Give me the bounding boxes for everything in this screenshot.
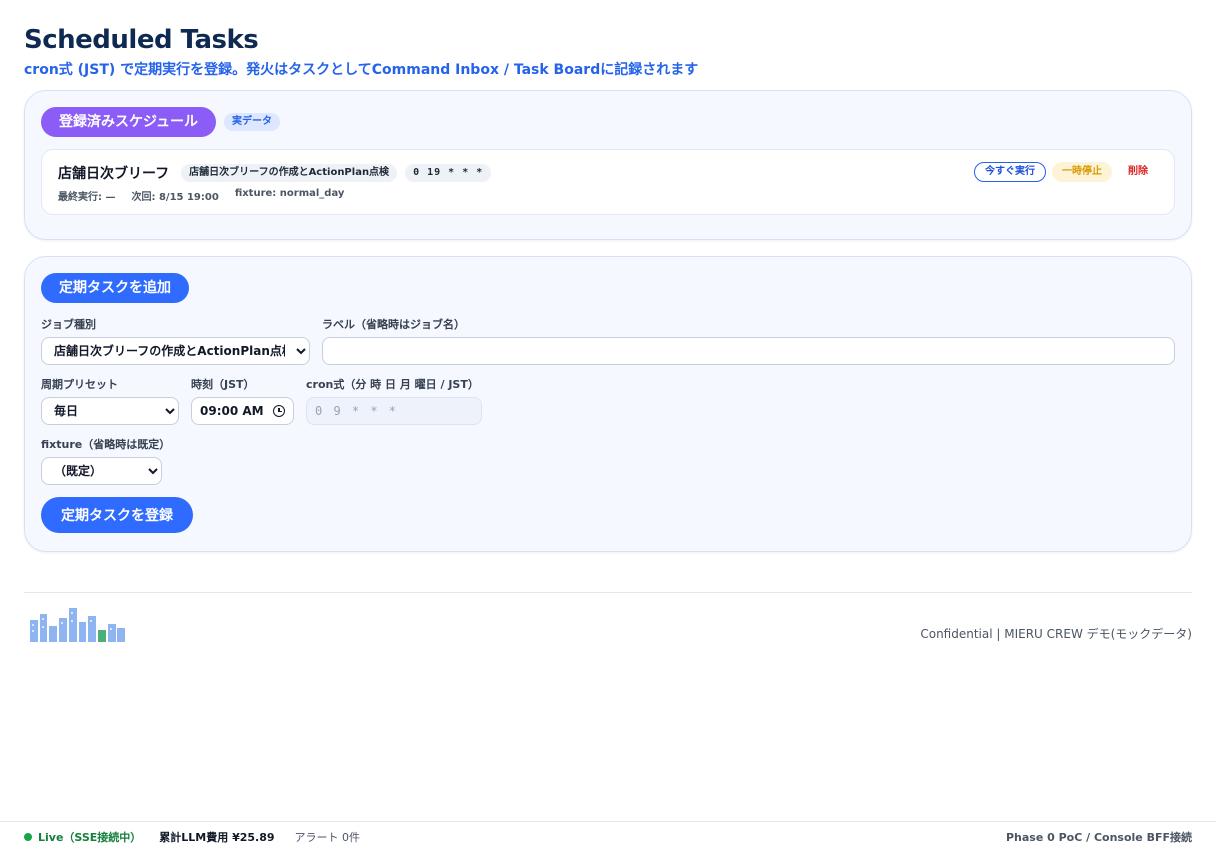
form-row-schedule: 周期プリセット 毎日 時刻（JST） cron式（分 時 日 月 曜日 / JS… (41, 377, 1175, 425)
job-type-chip: 店舗日次ブリーフの作成とActionPlan点検 (181, 164, 398, 182)
time-input-wrap (191, 397, 294, 425)
time-field: 時刻（JST） (191, 377, 294, 425)
register-schedule-button[interactable]: 定期タスクを登録 (41, 497, 193, 533)
run-now-button[interactable]: 今すぐ実行 (974, 162, 1046, 182)
fixture-field: fixture（省略時は既定） （既定） (41, 437, 170, 485)
preset-select[interactable]: 毎日 (41, 397, 179, 425)
fixture-select[interactable]: （既定） (41, 457, 162, 485)
job-type-select[interactable]: 店舗日次ブリーフの作成とActionPlan点検 (41, 337, 310, 365)
cron-label: cron式（分 時 日 月 曜日 / JST） (306, 378, 479, 391)
time-label: 時刻（JST） (191, 378, 255, 391)
cron-field: cron式（分 時 日 月 曜日 / JST） (306, 377, 482, 425)
page-title: Scheduled Tasks (24, 25, 259, 55)
live-status-text: Live（SSE接続中） (38, 830, 142, 844)
page-subtitle: cron式 (JST) で定期実行を登録。発火はタスクとしてCommand In… (24, 62, 699, 78)
status-bar: Live（SSE接続中） 累計LLM費用 ¥25.89 アラート 0件 Phas… (0, 821, 1216, 851)
registered-schedules-header: 登録済みスケジュール 実データ (41, 107, 1175, 137)
clock-icon[interactable] (273, 405, 285, 417)
city-skyline-logo (30, 608, 125, 642)
last-run-text: 最終実行: — (58, 192, 116, 203)
pause-button[interactable]: 一時停止 (1052, 162, 1112, 182)
preset-field: 周期プリセット 毎日 (41, 377, 179, 425)
real-data-badge: 実データ (224, 113, 281, 131)
fixture-text: fixture: normal_day (234, 188, 345, 199)
scheduled-tasks-page: Scheduled Tasks cron式 (JST) で定期実行を登録。発火は… (24, 24, 1192, 653)
phase-text: Phase 0 PoC / Console BFF接続 (1005, 830, 1192, 844)
schedule-actions: 今すぐ実行 一時停止 削除 (974, 162, 1158, 182)
schedule-name: 店舗日次ブリーフ (58, 166, 170, 182)
fixture-label: fixture（省略時は既定） (41, 438, 171, 451)
label-input[interactable] (322, 337, 1175, 365)
cron-chip: 0 19 * * * (405, 164, 492, 182)
preset-label: 周期プリセット (41, 378, 118, 391)
schedule-meta: 最終実行: — 次回: 8/15 19:00 fixture: normal_d… (58, 188, 1158, 203)
label-field: ラベル（省略時はジョブ名） (322, 317, 1175, 365)
form-row-fixture: fixture（省略時は既定） （既定） (41, 437, 1175, 485)
registered-schedules-heading: 登録済みスケジュール (41, 107, 217, 137)
registered-schedules-card: 登録済みスケジュール 実データ 店舗日次ブリーフ 店舗日次ブリーフの作成とAct… (24, 90, 1192, 240)
schedule-item: 店舗日次ブリーフ 店舗日次ブリーフの作成とActionPlan点検 0 19 *… (41, 149, 1175, 215)
label-field-label: ラベル（省略時はジョブ名） (322, 318, 465, 331)
alert-count-text[interactable]: アラート 0件 (295, 829, 361, 845)
add-schedule-heading: 定期タスクを追加 (41, 273, 189, 303)
llm-cost-text: 累計LLM費用 ¥25.89 (159, 830, 275, 844)
form-row-job: ジョブ種別 店舗日次ブリーフの作成とActionPlan点検 ラベル（省略時はジ… (41, 317, 1175, 365)
job-type-label: ジョブ種別 (41, 318, 96, 331)
next-run-text: 次回: 8/15 19:00 (131, 192, 219, 203)
delete-button[interactable]: 削除 (1118, 162, 1158, 182)
live-status-dot (24, 832, 32, 841)
job-type-field: ジョブ種別 店舗日次ブリーフの作成とActionPlan点検 (41, 317, 310, 365)
footer: Confidential | MIERU CREW デモ(モックデータ) (24, 593, 1192, 653)
add-schedule-card: 定期タスクを追加 ジョブ種別 店舗日次ブリーフの作成とActionPlan点検 … (24, 256, 1192, 552)
cron-input[interactable] (306, 397, 482, 425)
footer-confidential-text: Confidential | MIERU CREW デモ(モックデータ) (920, 627, 1192, 641)
